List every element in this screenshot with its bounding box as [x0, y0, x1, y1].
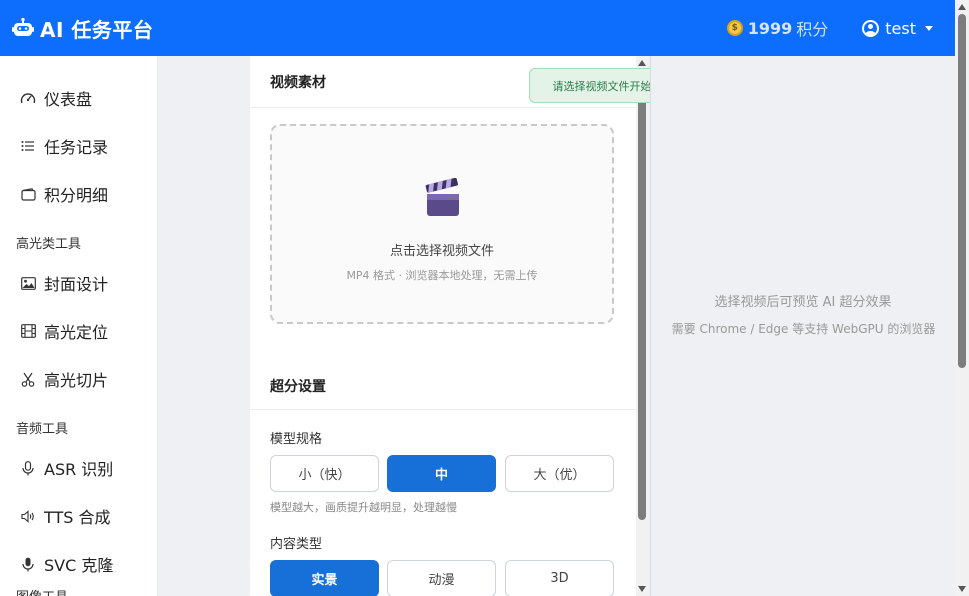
- image-icon: [20, 275, 36, 291]
- model-option-medium[interactable]: 中: [387, 455, 496, 492]
- panel-scroll-thumb[interactable]: [638, 70, 646, 520]
- video-dropzone[interactable]: 点击选择视频文件 MP4 格式 · 浏览器本地处理，无需上传: [270, 124, 614, 324]
- brand[interactable]: AI 任务平台: [12, 14, 153, 43]
- sidebar-item-label: TTS 合成: [44, 508, 111, 527]
- dropzone-title: 点击选择视频文件: [389, 244, 494, 259]
- robot-icon: [12, 18, 34, 36]
- sidebar-item-label: SVC 克隆: [44, 556, 114, 575]
- sidebar-item-asr[interactable]: ASR 识别: [20, 456, 113, 480]
- model-hint: 模型越大，画质提升越明显，处理越慢: [270, 501, 457, 514]
- page-scroll-thumb[interactable]: [958, 14, 966, 368]
- sidebar-item-svc[interactable]: SVC 克隆: [20, 552, 113, 576]
- scissors-icon: [20, 371, 36, 387]
- chevron-down-icon: [925, 25, 933, 31]
- sidebar-item-dashboard[interactable]: 仪表盘: [20, 86, 92, 110]
- top-navbar: AI 任务平台 $ 1999 积分 test: [0, 0, 955, 56]
- page-scroll-up-icon[interactable]: [958, 4, 966, 10]
- sidebar-item-label: 高光定位: [44, 323, 109, 342]
- settings-section-title: 超分设置: [250, 364, 636, 410]
- sidebar-item-highlight-clip[interactable]: 高光切片: [20, 367, 108, 391]
- preview-placeholder-title: 选择视频后可预览 AI 超分效果: [714, 295, 892, 310]
- wallet-icon: [20, 186, 36, 202]
- volume-icon: [20, 508, 36, 524]
- sidebar-item-highlight-locate[interactable]: 高光定位: [20, 319, 108, 343]
- sidebar-item-label: 任务记录: [44, 138, 109, 157]
- dropzone-subtitle: MP4 格式 · 浏览器本地处理，无需上传: [346, 269, 538, 282]
- brand-title: AI 任务平台: [40, 17, 154, 42]
- list-icon: [20, 138, 36, 154]
- page-scroll-down-icon[interactable]: [958, 586, 966, 592]
- sidebar-section-audio: 音频工具: [16, 422, 69, 437]
- sidebar-section-image: 图像工具: [16, 586, 68, 596]
- preview-panel: 选择视频后可预览 AI 超分效果 需要 Chrome / Edge 等支持 We…: [650, 56, 955, 596]
- film-icon: [20, 323, 36, 339]
- mic-icon: [20, 556, 36, 572]
- sidebar-item-points[interactable]: 积分明细: [20, 182, 108, 206]
- sidebar-item-label: 封面设计: [44, 275, 109, 294]
- sidebar-item-label: 高光切片: [44, 371, 109, 390]
- sidebar-item-cover-design[interactable]: 封面设计: [20, 271, 108, 295]
- dashboard-icon: [20, 90, 36, 106]
- points-value: 1999: [747, 18, 793, 38]
- user-circle-icon: [862, 19, 880, 37]
- sidebar-item-label: 仪表盘: [44, 90, 93, 109]
- content-option-3d[interactable]: 3D: [505, 560, 614, 596]
- points-unit: 积分: [796, 20, 829, 39]
- preview-placeholder-subtitle: 需要 Chrome / Edge 等支持 WebGPU 的浏览器: [671, 322, 936, 336]
- content-type-label: 内容类型: [270, 537, 323, 552]
- sidebar-item-tts[interactable]: TTS 合成: [20, 504, 111, 528]
- content-option-live-action[interactable]: 实景: [270, 560, 379, 596]
- sidebar-item-label: 积分明细: [44, 186, 109, 205]
- coin-icon: $: [726, 20, 743, 36]
- content-option-anime[interactable]: 动漫: [387, 560, 496, 596]
- mic-icon: [20, 460, 36, 476]
- sidebar-item-label: ASR 识别: [44, 460, 114, 479]
- scroll-down-arrow-icon[interactable]: [638, 586, 646, 592]
- user-menu[interactable]: test: [862, 19, 933, 38]
- points-display[interactable]: $ 1999 积分: [726, 16, 829, 40]
- clapperboard-icon: [425, 178, 459, 216]
- sidebar-section-highlight: 高光类工具: [16, 237, 82, 252]
- upload-settings-panel: 视频素材 点击选择视频文件 MP4 格式 · 浏览器本地处理，无需上传 超分设置…: [250, 56, 648, 596]
- scroll-up-arrow-icon[interactable]: [638, 60, 646, 66]
- model-option-large[interactable]: 大（优）: [505, 455, 614, 492]
- sidebar: 仪表盘 任务记录 积分明细 高光类工具 封面设计 高光定位 高光切片 音频工具: [0, 56, 158, 596]
- model-size-label: 模型规格: [270, 432, 323, 447]
- model-option-small[interactable]: 小（快）: [270, 455, 379, 492]
- sidebar-item-tasks[interactable]: 任务记录: [20, 134, 108, 158]
- username: test: [885, 18, 916, 38]
